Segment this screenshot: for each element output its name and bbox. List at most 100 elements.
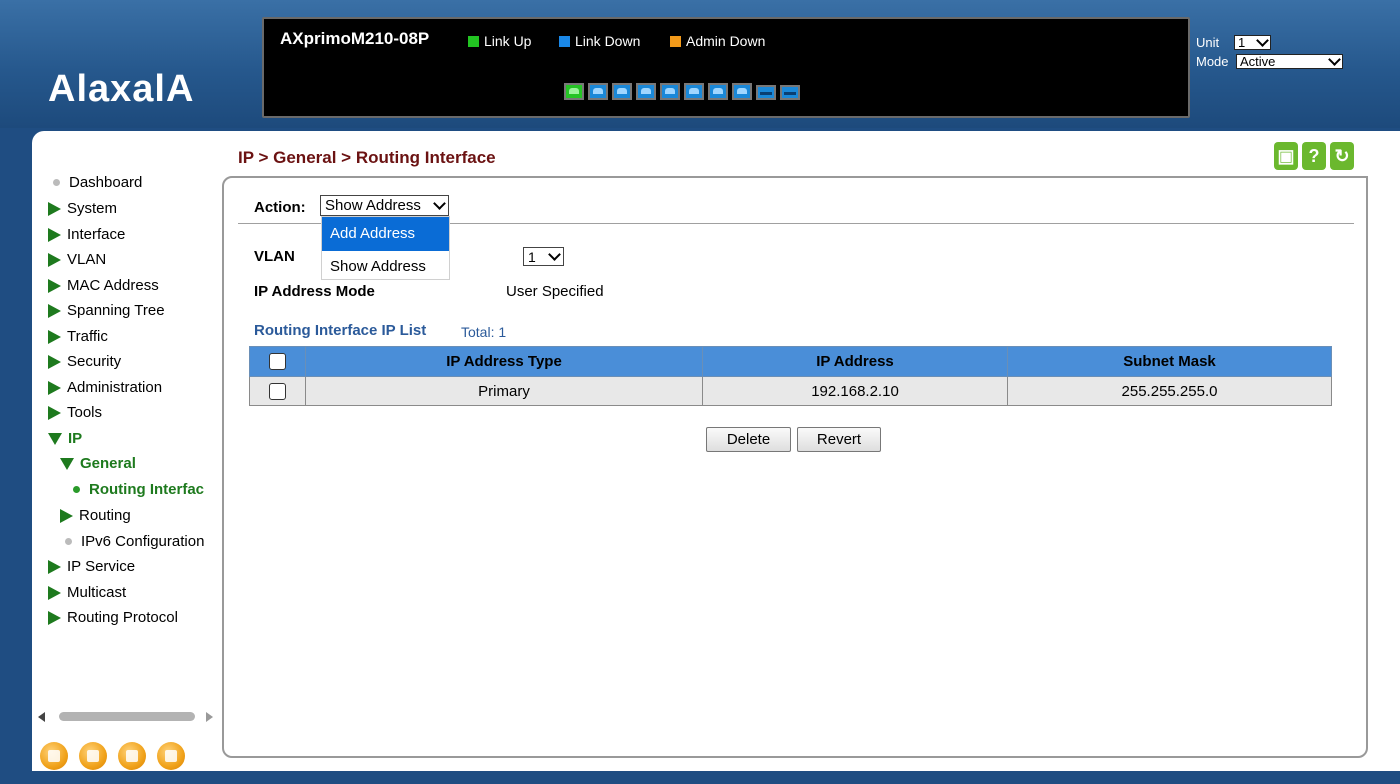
globe-icon[interactable] [157,742,185,770]
legend-link-up: Link Up [468,33,531,49]
scrollbar-thumb[interactable] [59,712,195,721]
sidebar-scrollbar[interactable] [32,707,222,727]
sidebar-item-label: Spanning Tree [67,302,165,319]
chevron-down-icon [48,432,62,445]
sidebar-item-tools[interactable]: Tools [48,404,102,421]
sidebar-item-vlan[interactable]: VLAN [48,251,106,268]
sidebar-item-routing-interface[interactable]: Routing Interfac [68,481,204,498]
delete-button[interactable]: Delete [706,427,791,452]
sidebar-item-routing-protocol[interactable]: Routing Protocol [48,609,178,626]
revert-button[interactable]: Revert [797,427,881,452]
sidebar-item-interface[interactable]: Interface [48,226,125,243]
port-panel [564,83,800,100]
chevron-right-icon [48,227,61,242]
network-icon[interactable] [40,742,68,770]
chevron-right-icon [48,278,61,293]
port-9-sfp-icon[interactable] [756,85,776,100]
link-up-swatch [468,35,479,47]
sidebar: Dashboard System Interface VLAN MAC Addr… [32,131,222,771]
vlan-select[interactable]: 1 [523,247,564,266]
legend-label: Link Up [484,33,532,49]
help-icon[interactable]: ? [1302,142,1326,170]
sidebar-item-ipv6-configuration[interactable]: IPv6 Configuration [60,533,204,550]
chevron-down-icon [433,197,446,210]
row-select-cell [249,376,306,406]
sidebar-item-label: Administration [67,379,163,396]
action-label: Action: [254,199,306,216]
table-cell: Primary [305,376,703,406]
mode-select[interactable]: Active [1236,53,1343,69]
chevron-down-icon [1328,53,1341,66]
sidebar-item-label: MAC Address [67,277,159,294]
list-title: Routing Interface IP List [254,322,427,339]
row-checkbox[interactable] [269,382,286,400]
chevron-right-icon [48,610,61,625]
bottom-icon-bar [40,742,185,770]
action-dropdown-menu: Add Address Show Address [321,216,450,280]
mail-icon[interactable] [118,742,146,770]
select-all-checkbox[interactable] [269,353,286,371]
top-bar: AlaxalA AXprimoM210-08P Link Up Link Dow… [0,0,1400,128]
unit-label: Unit [1196,35,1220,50]
sidebar-item-label: Tools [67,404,103,421]
device-model: AXprimoM210-08P [280,29,430,48]
list-total: Total: 1 [461,324,507,340]
bullet-icon [65,538,72,545]
sidebar-item-routing[interactable]: Routing [60,507,131,524]
sidebar-item-general[interactable]: General [60,455,136,472]
sidebar-item-label: Routing Interfac [89,481,204,498]
chevron-right-icon [48,354,61,369]
scroll-left-icon[interactable] [38,712,45,722]
sidebar-item-traffic[interactable]: Traffic [48,328,108,345]
mode-value: Active [1240,54,1276,69]
dropdown-option-add-address[interactable]: Add Address [322,217,449,251]
sidebar-item-label: IP Service [67,558,136,575]
sidebar-item-ip-service[interactable]: IP Service [48,558,135,575]
sidebar-item-dashboard[interactable]: Dashboard [48,174,142,191]
port-5-icon[interactable] [660,83,680,100]
dropdown-option-show-address[interactable]: Show Address [322,255,449,279]
chevron-right-icon [48,252,61,267]
chevron-right-icon [48,329,61,344]
chevron-down-icon [1256,34,1269,47]
refresh-icon[interactable]: ↻ [1330,142,1354,170]
scroll-right-icon[interactable] [206,712,213,722]
port-4-icon[interactable] [636,83,656,100]
port-7-icon[interactable] [708,83,728,100]
sidebar-item-system[interactable]: System [48,200,117,217]
sidebar-item-administration[interactable]: Administration [48,379,162,396]
port-10-sfp-icon[interactable] [780,85,800,100]
legend-label: Link Down [575,33,641,49]
sidebar-item-ip[interactable]: IP [48,430,82,447]
unit-select[interactable]: 1 [1234,34,1271,50]
sidebar-item-multicast[interactable]: Multicast [48,584,126,601]
sidebar-item-label: IP [68,430,83,447]
action-select[interactable]: Show Address [320,195,449,216]
sidebar-item-security[interactable]: Security [48,353,121,370]
chevron-right-icon [48,559,61,574]
port-6-icon[interactable] [684,83,704,100]
sidebar-item-label: Dashboard [69,174,143,191]
port-3-icon[interactable] [612,83,632,100]
back-icon[interactable] [79,742,107,770]
table-cell: 255.255.255.0 [1007,376,1332,406]
port-2-icon[interactable] [588,83,608,100]
ip-address-mode-label: IP Address Mode [254,283,375,300]
legend-admin-down: Admin Down [670,33,765,49]
page-toolbar: ▣ ? ↻ [1274,142,1354,170]
bullet-icon [53,179,60,186]
column-header: Subnet Mask [1007,346,1332,377]
table-row[interactable]: Primary 192.168.2.10 255.255.255.0 [249,376,1332,406]
ip-address-mode-value: User Specified [506,283,604,300]
table-header-row: IP Address Type IP Address Subnet Mask [249,346,1332,377]
admin-down-swatch [670,35,681,47]
save-icon[interactable]: ▣ [1274,142,1298,170]
bullet-icon [73,486,80,493]
port-1-icon[interactable] [564,83,584,100]
chevron-down-icon [60,457,74,470]
sidebar-item-spanning-tree[interactable]: Spanning Tree [48,302,165,319]
sidebar-item-mac-address[interactable]: MAC Address [48,277,159,294]
sidebar-item-label: Security [67,353,122,370]
chevron-right-icon [48,585,61,600]
port-8-icon[interactable] [732,83,752,100]
